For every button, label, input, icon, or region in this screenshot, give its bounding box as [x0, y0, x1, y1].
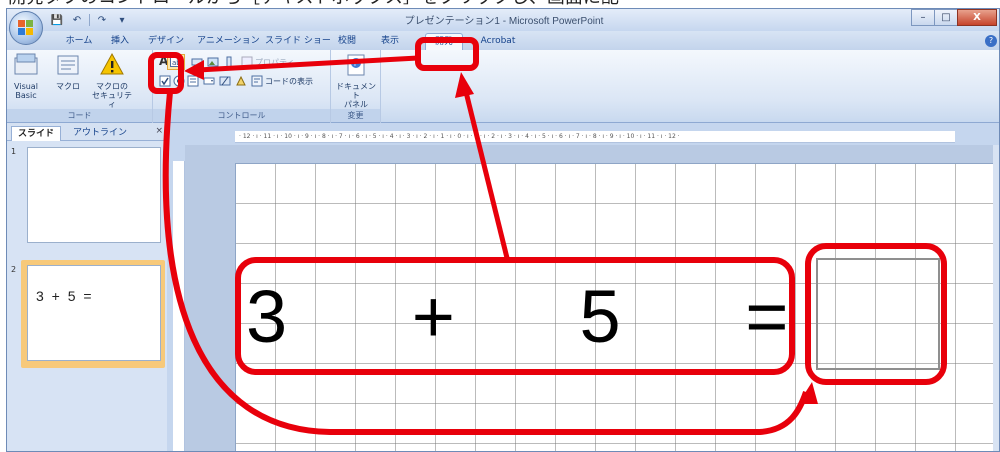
toggle-button-icon: [219, 76, 231, 86]
horizontal-ruler: · 12 · ı · 11 · ı · 10 · ı · 9 · ı · 8 ·…: [235, 131, 955, 143]
combobox-icon: [203, 77, 215, 85]
scrollbar-control-icon: [226, 56, 232, 68]
view-code-label: コードの表示: [265, 76, 313, 86]
document-panel-button[interactable]: i ドキュメント パネル: [335, 52, 377, 109]
tab-developer[interactable]: 開発: [425, 33, 463, 50]
window-controls: – □ X: [911, 9, 997, 27]
image-control[interactable]: [207, 55, 219, 69]
office-button[interactable]: [9, 11, 43, 45]
help-icon[interactable]: ?: [985, 35, 997, 47]
checkbox-icon: [159, 75, 171, 87]
pane-close-icon[interactable]: ×: [155, 126, 163, 136]
tab-acrobat[interactable]: Acrobat: [475, 33, 521, 50]
properties-icon: [241, 56, 253, 68]
checkbox-control[interactable]: [159, 74, 171, 88]
pane-tabs: スライド アウトライン ×: [7, 123, 167, 141]
scrollbar-control[interactable]: [223, 55, 235, 69]
view-code-button[interactable]: コードの表示: [251, 74, 313, 88]
title-bar: 💾 ↶ ↷ ▾ プレゼンテーション1 - Microsoft PowerPoin…: [7, 9, 999, 31]
macro-label: マクロ: [56, 82, 80, 91]
listbox-icon: [187, 75, 199, 87]
screenshot-root: 開発タブのコントロールから［テキストボックス］をクリックし、画面に配 💾 ↶ ↷…: [0, 0, 1000, 452]
toggle-control[interactable]: [219, 74, 231, 88]
tab-insert[interactable]: 挿入: [105, 33, 135, 50]
image-control-icon: [207, 57, 219, 67]
tab-design[interactable]: デザイン: [145, 33, 187, 50]
thumb-number-2: 2: [11, 265, 17, 274]
textbox-icon: ab: [170, 57, 182, 67]
svg-text:i: i: [354, 60, 356, 68]
group-controls-label: コントロール: [153, 109, 330, 122]
answer-textbox[interactable]: [816, 258, 940, 370]
slide-thumbnail-2[interactable]: 3 + 5 =: [27, 265, 161, 361]
more-controls-button[interactable]: [235, 74, 247, 88]
vertical-ruler: [173, 161, 185, 451]
group-change: i ドキュメント パネル 変更: [331, 50, 381, 123]
svg-text:ab: ab: [172, 59, 181, 67]
document-panel-label: ドキュメント パネル: [336, 82, 376, 109]
visual-basic-label: Visual Basic: [14, 82, 38, 100]
caption-text: 開発タブのコントロールから［テキストボックス］をクリックし、画面に配: [0, 0, 1000, 8]
command-button-icon: [191, 58, 203, 66]
close-button[interactable]: X: [957, 9, 997, 26]
tab-slides[interactable]: スライド: [11, 126, 62, 141]
group-controls: A ab プロパティ コードの表示 コントロール: [153, 50, 331, 123]
ribbon-tabs: ホーム 挿入 デザイン アニメーション スライド ショー 校閲 表示 開発 Ac…: [7, 31, 999, 50]
slide-equation-text[interactable]: 3 + 5 =: [246, 280, 840, 354]
group-code-label: コード: [7, 109, 152, 122]
macro-icon: [57, 55, 79, 75]
group-code: Visual Basic マクロ マクロの セキュリティ コード: [7, 50, 153, 123]
button-control[interactable]: [191, 55, 203, 69]
view-code-icon: [251, 75, 263, 87]
thumb-number-1: 1: [11, 147, 17, 156]
group-change-label: 変更: [331, 109, 380, 122]
tab-outline[interactable]: アウトライン: [67, 126, 133, 141]
tab-home[interactable]: ホーム: [59, 33, 99, 50]
document-panel-icon: i: [347, 54, 365, 76]
vertical-scrollbar[interactable]: [993, 145, 999, 451]
visual-basic-button[interactable]: Visual Basic: [9, 52, 43, 100]
ribbon: Visual Basic マクロ マクロの セキュリティ コード A ab プロ…: [7, 50, 999, 123]
combobox-control[interactable]: [203, 74, 215, 88]
slide-thumbnail-1[interactable]: [27, 147, 161, 243]
powerpoint-window: 💾 ↶ ↷ ▾ プレゼンテーション1 - Microsoft PowerPoin…: [6, 8, 1000, 452]
visual-basic-icon: [14, 53, 38, 75]
properties-label: プロパティ: [255, 57, 295, 67]
warning-icon: [100, 52, 124, 75]
office-logo-icon: [18, 20, 34, 36]
option-control[interactable]: [173, 74, 185, 88]
radio-icon: [173, 75, 185, 87]
properties-button[interactable]: プロパティ: [241, 55, 295, 69]
tab-view[interactable]: 表示: [369, 33, 411, 50]
window-title: プレゼンテーション1 - Microsoft PowerPoint: [404, 16, 604, 27]
tab-slideshow[interactable]: スライド ショー: [265, 33, 331, 50]
textbox-control-button[interactable]: ab: [167, 54, 185, 70]
minimize-button[interactable]: –: [911, 9, 935, 26]
tab-review[interactable]: 校閲: [333, 33, 361, 50]
slides-pane: 1 2 3 + 5 =: [7, 141, 167, 451]
thumbnail-equation: 3 + 5 =: [36, 288, 94, 304]
tab-animation[interactable]: アニメーション: [197, 33, 260, 50]
macro-security-button[interactable]: マクロの セキュリティ: [91, 52, 133, 109]
listbox-control[interactable]: [187, 74, 199, 88]
maximize-button[interactable]: □: [934, 9, 958, 26]
macro-security-label: マクロの セキュリティ: [92, 82, 132, 109]
macro-button[interactable]: マクロ: [51, 52, 85, 91]
more-controls-icon: [236, 75, 246, 86]
